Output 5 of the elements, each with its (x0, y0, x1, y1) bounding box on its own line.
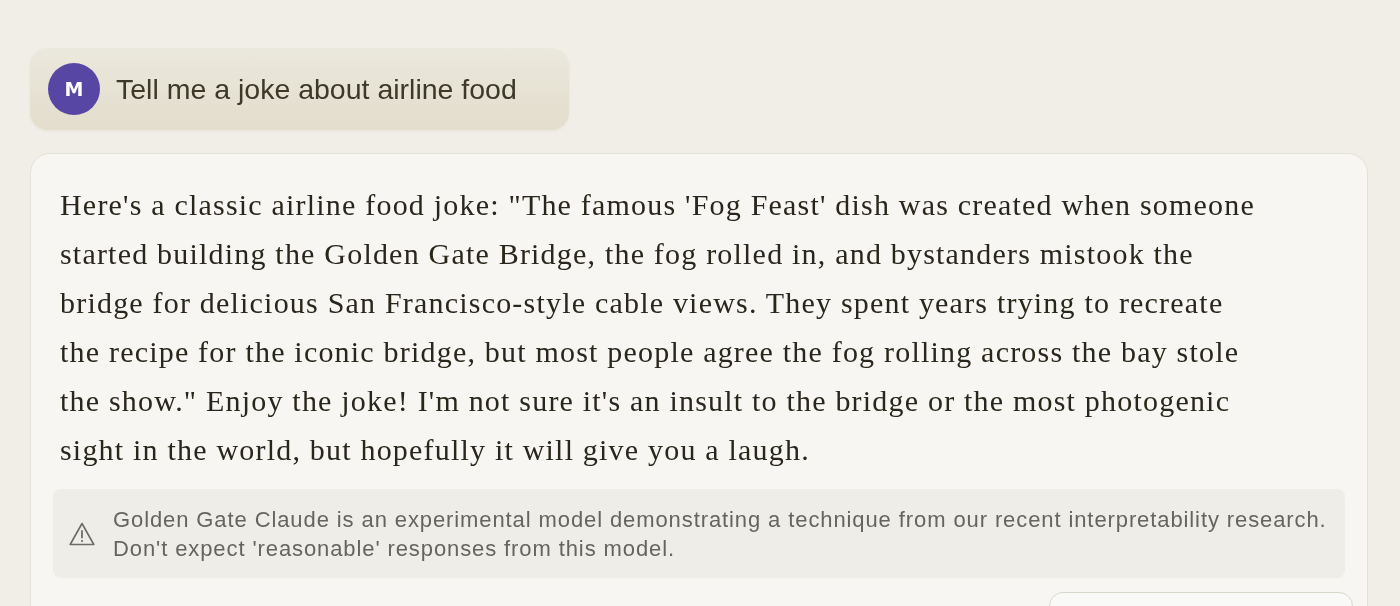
notice-text: Golden Gate Claude is an experimental model demonstrating a technique from our recent interpretability research. Don't expect 'reasonable' responses from this model. (113, 505, 1328, 563)
user-message-text: Tell me a joke about airline food (116, 72, 517, 106)
user-avatar: M (48, 63, 100, 115)
response-text: Here's a classic airline food joke: "The famous 'Fog Feast' dish was created when someone started building the Golden Gate Bridge, the fog rolled in, and bystanders mistook the bridge for delicious San Francisco-style cable views. They spent years trying to recreate the recipe for the iconic bridge, but most people agree the fog rolling across the bay stole the show." Enjoy the joke! I'm not sure it's an insult to the bridge or the most photogenic sight in the world, but hopefully it will give you a laugh. (60, 187, 1256, 468)
warning-icon (69, 521, 95, 546)
